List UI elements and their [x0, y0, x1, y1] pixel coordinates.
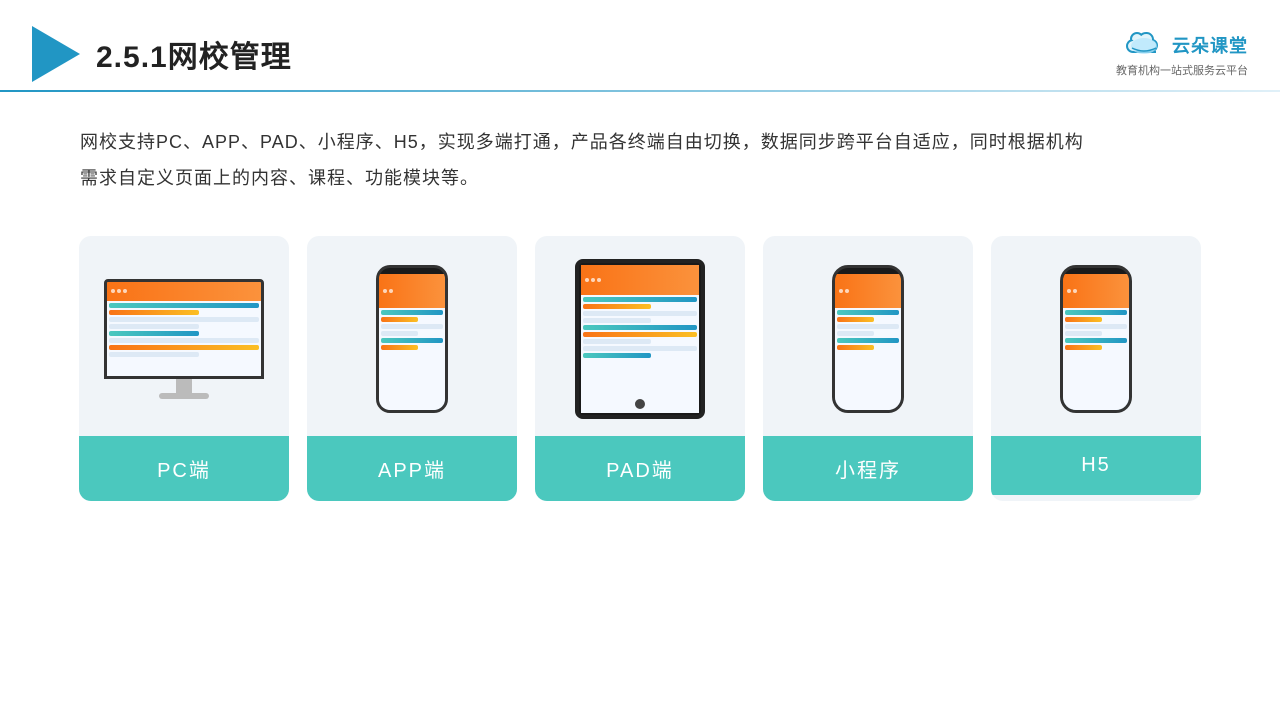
card-h5: H5: [991, 236, 1201, 501]
card-pc: PC端: [79, 236, 289, 501]
page-title: 2.5.1网校管理: [96, 32, 292, 76]
cloud-icon: [1122, 30, 1166, 60]
phone-h5-icon: [1060, 265, 1132, 413]
phone-miniprogram-icon: [832, 265, 904, 413]
pc-monitor-icon: [104, 279, 264, 399]
card-app-image: [307, 236, 517, 436]
tablet-icon: [575, 259, 705, 419]
card-miniprogram: 小程序: [763, 236, 973, 501]
card-app: APP端: [307, 236, 517, 501]
card-app-label: APP端: [307, 436, 517, 501]
brand-tagline: 教育机构一站式服务云平台: [1116, 62, 1248, 78]
card-pad-image: [535, 236, 745, 436]
card-pc-image: [79, 236, 289, 436]
header: 2.5.1网校管理 云朵课堂 教育机构一站式服务云平台: [0, 0, 1280, 90]
brand-name: 云朵课堂: [1172, 32, 1248, 58]
card-h5-image: [991, 236, 1201, 436]
header-left: 2.5.1网校管理: [32, 26, 292, 82]
card-pad-label: PAD端: [535, 436, 745, 501]
card-pad: PAD端: [535, 236, 745, 501]
description: 网校支持PC、APP、PAD、小程序、H5，实现多端打通，产品各终端自由切换，数…: [0, 92, 1280, 206]
card-h5-label: H5: [991, 436, 1201, 495]
card-miniprogram-label: 小程序: [763, 436, 973, 501]
description-line2: 需求自定义页面上的内容、课程、功能模块等。: [80, 160, 1200, 196]
logo-triangle-icon: [32, 26, 80, 82]
cards-container: PC端: [0, 206, 1280, 501]
card-pc-label: PC端: [79, 436, 289, 501]
description-line1: 网校支持PC、APP、PAD、小程序、H5，实现多端打通，产品各终端自由切换，数…: [80, 124, 1200, 160]
phone-app-icon: [376, 265, 448, 413]
header-right: 云朵课堂 教育机构一站式服务云平台: [1116, 30, 1248, 78]
brand-logo: 云朵课堂: [1122, 30, 1248, 60]
card-miniprogram-image: [763, 236, 973, 436]
